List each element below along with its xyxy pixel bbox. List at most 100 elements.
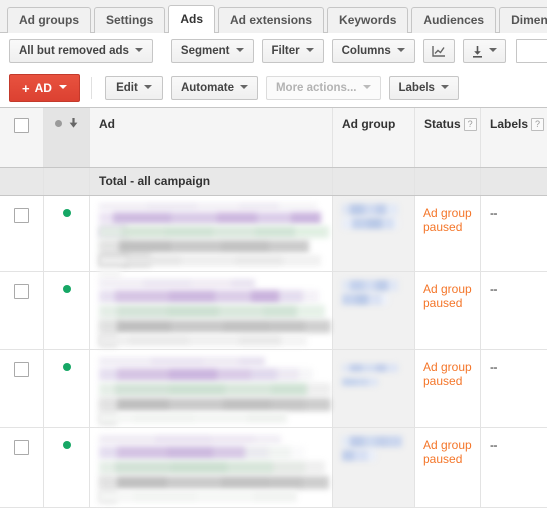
total-ad-group-cell xyxy=(333,168,415,195)
table-row[interactable]: Ad group paused -- xyxy=(0,350,547,428)
row-ad-group-cell[interactable] xyxy=(333,428,415,507)
plus-icon: + xyxy=(22,80,30,96)
filters-toolbar: All but removed ads Segment Filter Colum… xyxy=(0,33,547,69)
row-ad-group-cell[interactable] xyxy=(333,196,415,271)
ad-creative-redacted xyxy=(90,196,332,280)
total-ad-cell: Total - all campaign xyxy=(90,168,333,195)
labels-label: Labels xyxy=(398,82,435,94)
edit-label: Edit xyxy=(116,82,138,94)
row-status-cell: Ad group paused xyxy=(415,272,481,349)
row-status-dot-cell xyxy=(44,350,90,427)
adwords-ads-screen: Ad groups Settings Ads Ad extensions Key… xyxy=(0,0,547,512)
table-total-row: Total - all campaign xyxy=(0,168,547,196)
header-status-sort-cell[interactable] xyxy=(44,108,90,167)
select-all-checkbox[interactable] xyxy=(14,118,29,133)
chart-line-icon xyxy=(432,45,446,58)
row-select-checkbox[interactable] xyxy=(14,362,29,377)
automate-label: Automate xyxy=(180,82,234,94)
ad-group-name-redacted xyxy=(333,350,414,386)
more-actions-dropdown: More actions... xyxy=(265,76,381,100)
campaign-tab-bar: Ad groups Settings Ads Ad extensions Key… xyxy=(0,0,547,33)
segment-label: Segment xyxy=(180,45,230,57)
actions-divider xyxy=(90,77,92,99)
status-badge: Ad group paused xyxy=(423,282,472,310)
tab-ads[interactable]: Ads xyxy=(168,5,216,33)
total-status-cell xyxy=(44,168,90,195)
chart-toggle-button[interactable] xyxy=(422,39,455,63)
automate-dropdown[interactable]: Automate xyxy=(170,76,258,100)
row-ad-group-cell[interactable] xyxy=(333,272,415,349)
filter-label: Filter xyxy=(271,45,300,57)
more-actions-label: More actions... xyxy=(275,82,357,94)
row-ad-group-cell[interactable] xyxy=(333,350,415,427)
ad-enabled-dot-icon xyxy=(62,209,71,217)
filter-dropdown[interactable]: Filter xyxy=(261,39,324,63)
ad-enabled-dot-icon xyxy=(62,441,71,449)
row-status-dot-cell xyxy=(44,272,90,349)
chevron-down-icon xyxy=(58,85,67,89)
row-status-cell: Ad group paused xyxy=(415,428,481,507)
add-ad-label: AD xyxy=(34,81,52,95)
table-row[interactable]: Ad group paused -- xyxy=(0,196,547,280)
labels-help-icon[interactable]: ? xyxy=(531,118,545,131)
tab-settings[interactable]: Settings xyxy=(94,7,166,33)
segment-dropdown[interactable]: Segment xyxy=(170,39,254,63)
row-ad-cell[interactable] xyxy=(90,428,333,507)
header-status-label: Status xyxy=(424,117,461,131)
labels-dropdown[interactable]: Labels xyxy=(388,76,459,100)
row-select-checkbox[interactable] xyxy=(14,284,29,299)
add-ad-button[interactable]: + AD xyxy=(9,74,80,102)
total-status-text-cell xyxy=(415,168,481,195)
row-status-dot-cell xyxy=(44,428,90,507)
download-icon xyxy=(472,45,483,58)
total-labels-cell xyxy=(481,168,547,195)
ad-group-name-redacted xyxy=(333,196,414,229)
row-labels-cell: -- xyxy=(481,428,547,507)
row-labels-value: -- xyxy=(490,438,498,452)
chevron-down-icon xyxy=(440,85,449,89)
view-selector-dropdown[interactable]: All but removed ads xyxy=(9,39,153,63)
ad-enabled-dot-icon xyxy=(62,285,71,293)
row-checkbox-cell xyxy=(0,272,44,349)
view-selector-label: All but removed ads xyxy=(19,45,129,57)
row-checkbox-cell xyxy=(0,196,44,271)
status-help-icon[interactable]: ? xyxy=(463,118,477,131)
row-labels-value: -- xyxy=(490,282,498,296)
chevron-down-icon xyxy=(134,48,143,52)
tab-dimensions[interactable]: Dimensions xyxy=(499,7,547,33)
row-labels-value: -- xyxy=(490,206,498,220)
header-status-cell[interactable]: Status? xyxy=(415,108,481,167)
tab-ad-extensions[interactable]: Ad extensions xyxy=(218,7,325,33)
actions-toolbar: + AD Edit Automate More actions... Label… xyxy=(0,69,547,107)
tab-keywords[interactable]: Keywords xyxy=(327,7,409,33)
row-labels-cell: -- xyxy=(481,196,547,271)
status-badge: Ad group paused xyxy=(423,360,472,388)
status-badge: Ad group paused xyxy=(423,206,472,234)
chevron-down-icon xyxy=(396,48,405,52)
row-ad-cell[interactable] xyxy=(90,272,333,349)
row-ad-cell[interactable] xyxy=(90,350,333,427)
edit-dropdown[interactable]: Edit xyxy=(104,76,163,100)
chevron-down-icon xyxy=(305,48,314,52)
total-row-label: Total - all campaign xyxy=(99,174,211,188)
columns-dropdown[interactable]: Columns xyxy=(331,39,415,63)
tab-ad-groups[interactable]: Ad groups xyxy=(7,7,91,33)
tab-audiences[interactable]: Audiences xyxy=(411,7,497,33)
ad-creative-redacted xyxy=(90,350,332,425)
header-ad-cell[interactable]: Ad xyxy=(90,108,333,167)
header-ad-group-cell[interactable]: Ad group xyxy=(333,108,415,167)
table-row[interactable]: Ad group paused -- xyxy=(0,272,547,350)
table-header-row: Ad Ad group Status? Labels? xyxy=(0,108,547,168)
total-checkbox-cell xyxy=(0,168,44,195)
header-labels-cell[interactable]: Labels? xyxy=(481,108,547,167)
table-row[interactable]: Ad group paused -- xyxy=(0,428,547,508)
download-dropdown-button[interactable] xyxy=(462,39,506,63)
row-status-dot-cell xyxy=(44,196,90,271)
row-select-checkbox[interactable] xyxy=(14,208,29,223)
sort-descending-arrow-icon xyxy=(69,118,78,128)
row-ad-cell[interactable] xyxy=(90,196,333,280)
search-input[interactable] xyxy=(515,39,547,63)
row-checkbox-cell xyxy=(0,428,44,507)
row-select-checkbox[interactable] xyxy=(14,440,29,455)
row-status-cell: Ad group paused xyxy=(415,196,481,271)
